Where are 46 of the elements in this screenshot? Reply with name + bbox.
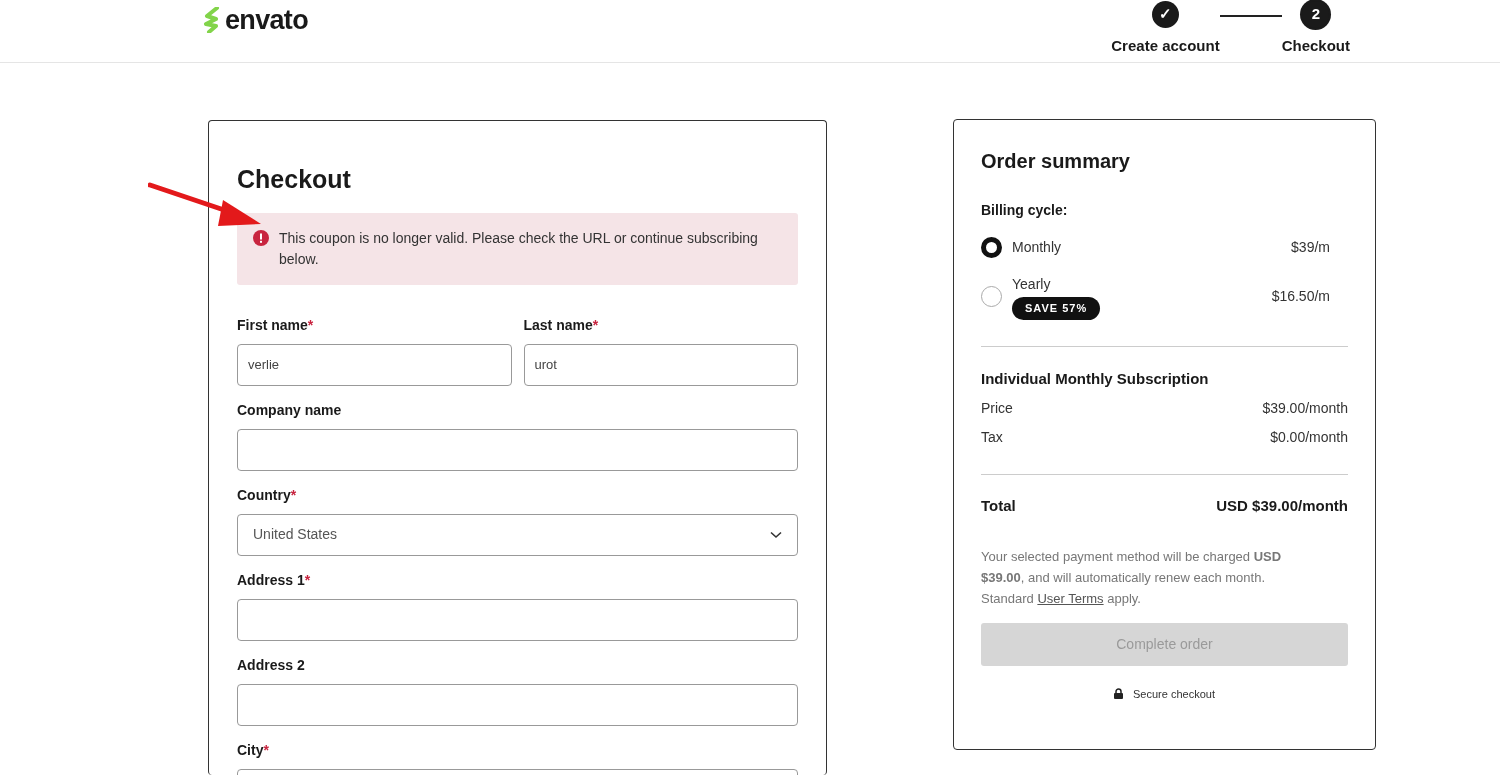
total-label: Total — [981, 496, 1016, 516]
secure-checkout-text: Secure checkout — [1133, 686, 1215, 702]
option-price: $16.50/m — [1271, 287, 1330, 307]
required-asterisk: * — [263, 741, 269, 758]
completed-step-marker: ✓ — [1151, 0, 1179, 28]
input-field[interactable]: verlie — [237, 343, 512, 386]
input-field[interactable] — [237, 598, 798, 641]
total-amount: USD $39.00/month — [1216, 496, 1348, 516]
alert-message: This coupon is no longer valid. Please check the URL or continue subscribing below. — [279, 228, 759, 269]
error-icon — [253, 229, 269, 246]
required-asterisk: * — [304, 571, 311, 588]
step-label: Checkout — [1281, 35, 1350, 56]
line-amount: $0.00/month — [1270, 428, 1348, 447]
step-number: 2 — [1302, 0, 1330, 28]
input-field[interactable] — [237, 428, 798, 471]
chevron-down-icon — [770, 530, 782, 539]
field-label: Country* — [237, 485, 298, 505]
field-label: Company name — [237, 400, 343, 420]
logo-text[interactable]: envato — [225, 0, 308, 41]
input-field[interactable]: urot — [523, 343, 798, 386]
summary-heading: Order summary — [981, 149, 1131, 174]
input-field[interactable] — [237, 683, 798, 726]
option-label: Yearly — [1012, 275, 1051, 294]
line-label: Tax — [981, 428, 1003, 447]
line-label: Price — [981, 399, 1013, 418]
option-label: Monthly — [1012, 238, 1062, 257]
radio-button[interactable] — [981, 237, 1002, 258]
user-terms-link[interactable]: User Terms — [1037, 590, 1104, 606]
payment-note: Your selected payment method will be charged USD $39.00, and will automatically renew each month. Standard User Terms apply. — [981, 547, 1283, 608]
billing-cycle-label: Billing cycle: — [981, 201, 1069, 220]
line-amount: $39.00/month — [1262, 399, 1348, 418]
step-label: Create account — [1111, 35, 1220, 56]
option-price: $39/m — [1291, 238, 1330, 257]
field-label: First name* — [237, 315, 315, 335]
field-label: Address 1* — [237, 570, 312, 590]
required-asterisk: * — [592, 316, 599, 333]
field-label: City* — [237, 740, 270, 760]
plan-name: Individual Monthly Subscription — [981, 368, 1210, 389]
required-asterisk: * — [307, 316, 314, 333]
country-select[interactable]: United States — [237, 513, 798, 556]
field-label: Last name* — [523, 315, 600, 335]
savings-badge: SAVE 57% — [1012, 297, 1101, 320]
lock-icon — [1114, 688, 1124, 700]
checkout-heading: Checkout — [237, 164, 352, 195]
field-label: Address 2 — [237, 655, 306, 675]
required-asterisk: * — [290, 486, 297, 503]
